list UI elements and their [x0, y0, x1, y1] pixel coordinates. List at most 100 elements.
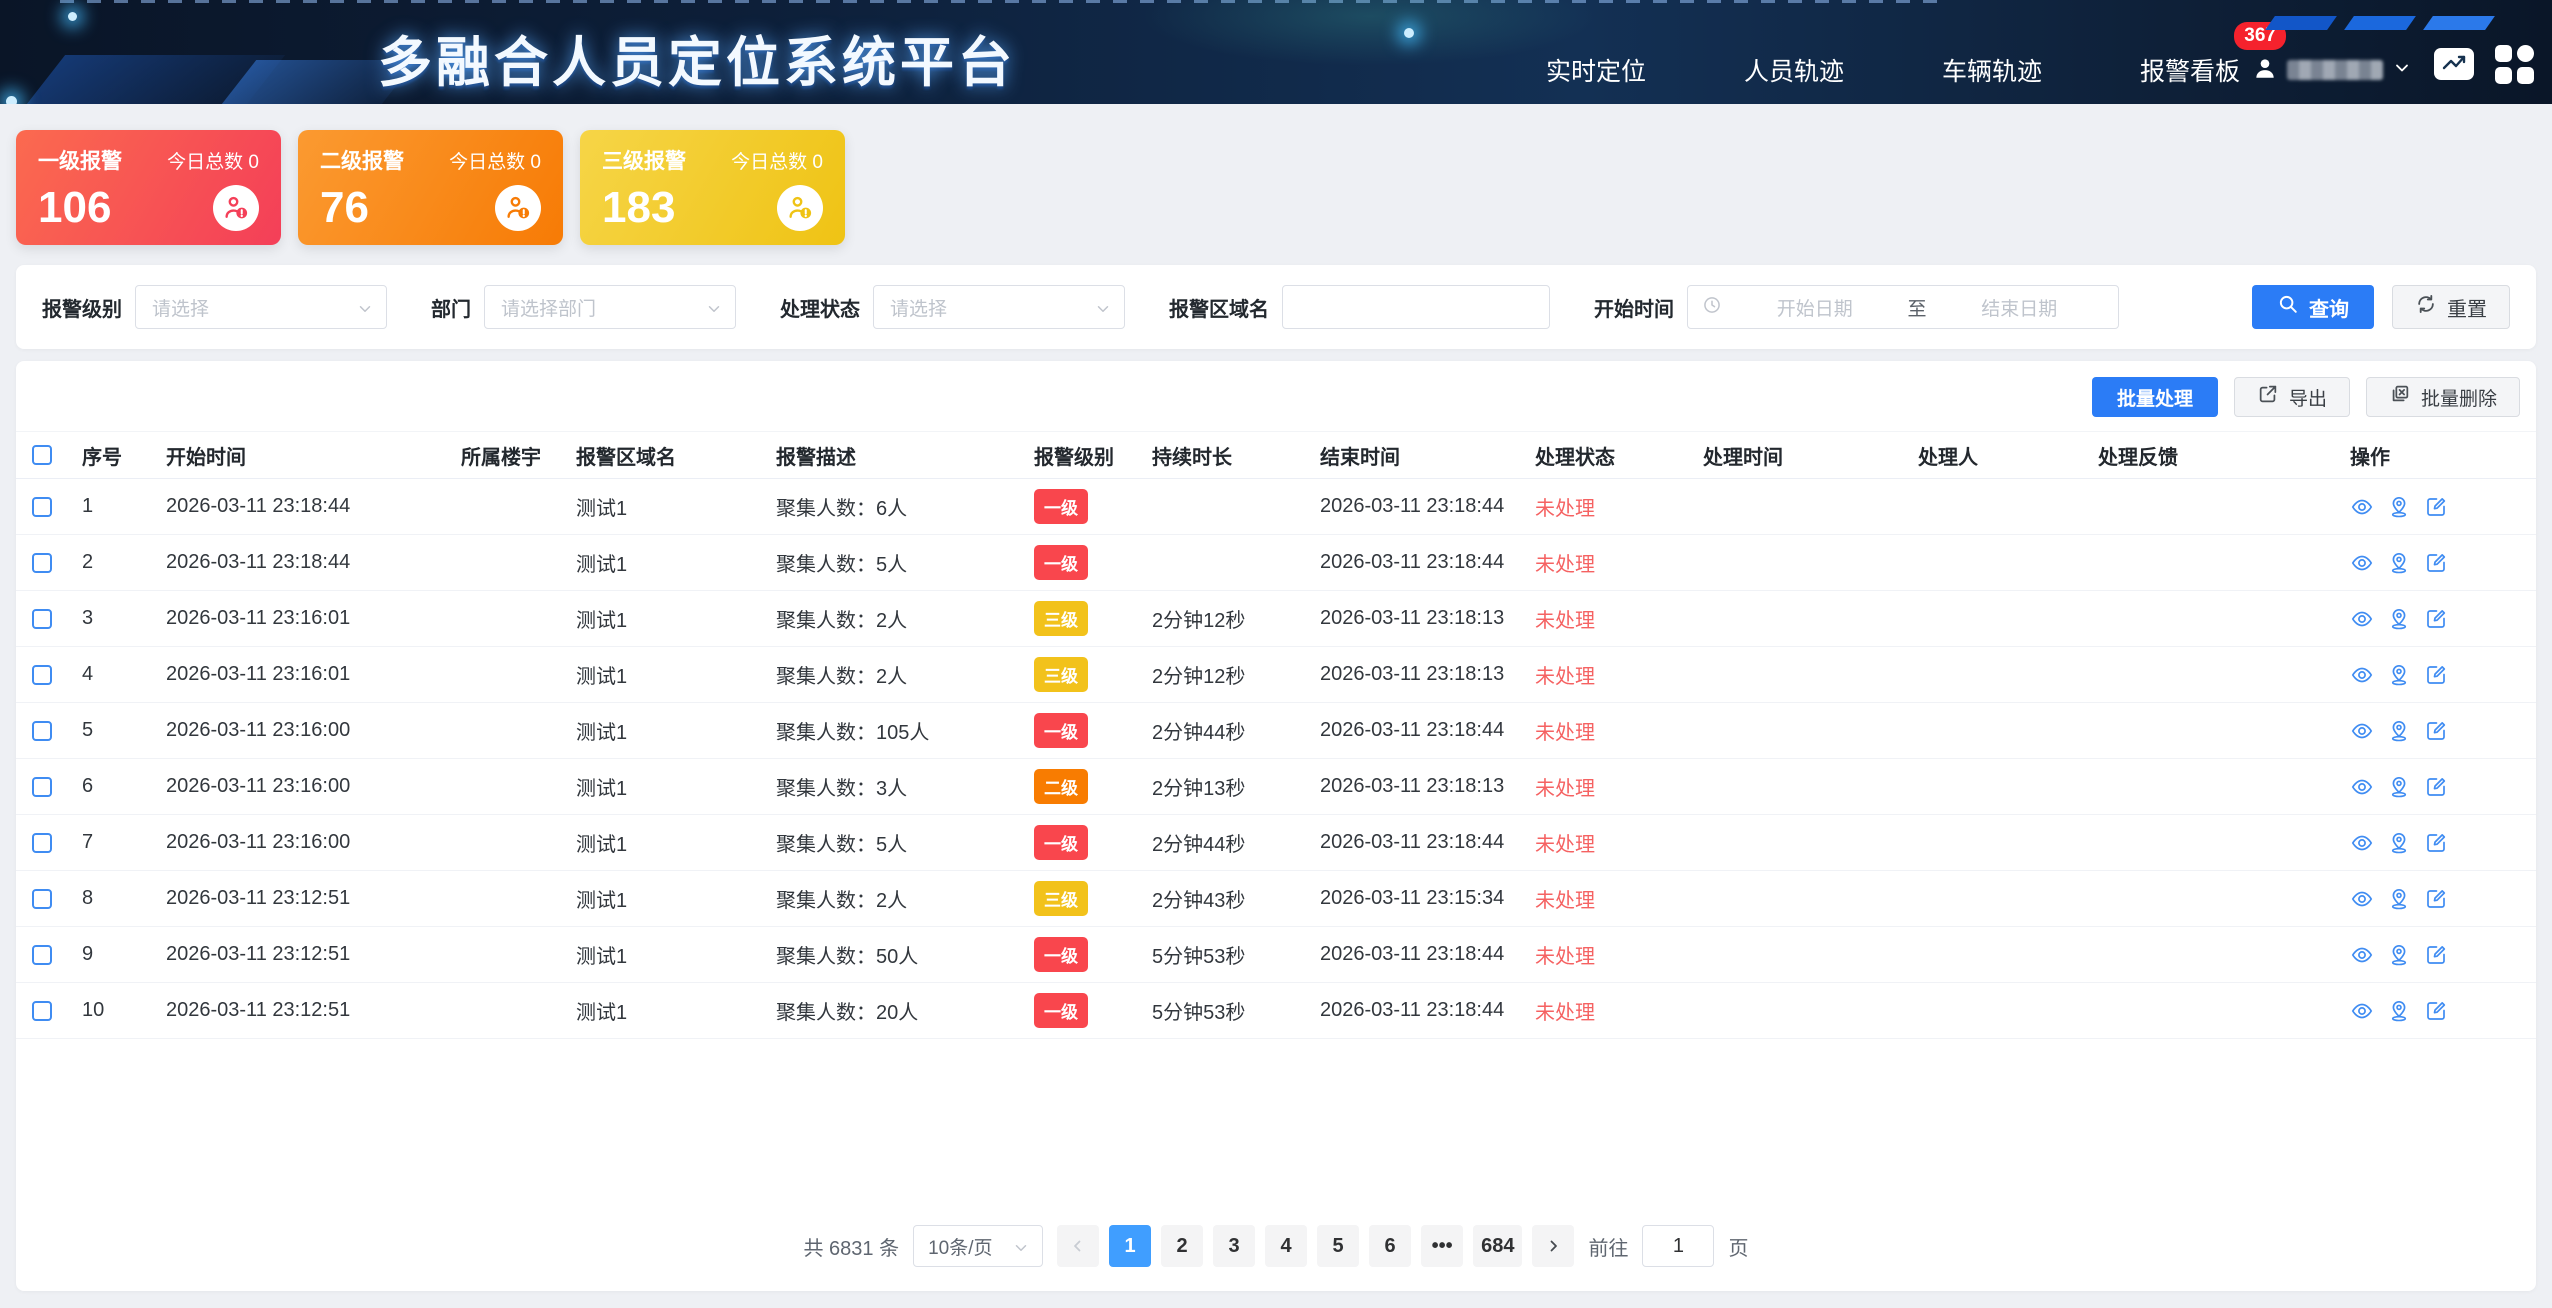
edit-icon[interactable]: [2424, 887, 2448, 911]
cell-text: 聚集人数：2人: [776, 666, 907, 688]
area-name-input[interactable]: [1282, 285, 1550, 329]
locate-icon[interactable]: [2387, 663, 2411, 687]
locate-icon[interactable]: [2387, 943, 2411, 967]
level-tag: 一级: [1034, 993, 1088, 1028]
clock-icon: [1702, 295, 1722, 320]
table-toolbar: 批量处理 导出 批量删除: [16, 361, 2536, 431]
table-row: 72026-03-11 23:16:00测试1聚集人数：5人一级2分钟44秒20…: [16, 815, 2536, 871]
column-header: 所属楼宇: [461, 447, 541, 469]
start-date-placeholder: 开始日期: [1730, 294, 1900, 321]
row-checkbox[interactable]: [32, 1001, 52, 1021]
row-checkbox[interactable]: [32, 609, 52, 629]
view-icon[interactable]: [2350, 551, 2374, 575]
locate-icon[interactable]: [2387, 607, 2411, 631]
cell-text: 测试1: [576, 778, 627, 800]
row-checkbox[interactable]: [32, 889, 52, 909]
card-level-label: 一级报警: [38, 145, 122, 175]
prev-page-button[interactable]: [1057, 1225, 1099, 1267]
page-button[interactable]: 5: [1317, 1225, 1359, 1267]
row-checkbox[interactable]: [32, 497, 52, 517]
monitor-chart-button[interactable]: [2432, 42, 2476, 86]
edit-icon[interactable]: [2424, 663, 2448, 687]
edit-icon[interactable]: [2424, 607, 2448, 631]
row-checkbox[interactable]: [32, 777, 52, 797]
row-checkbox[interactable]: [32, 833, 52, 853]
locate-icon[interactable]: [2387, 775, 2411, 799]
card-today-total: 今日总数 0: [449, 147, 541, 174]
row-checkbox[interactable]: [32, 945, 52, 965]
dept-select[interactable]: 请选择部门: [484, 285, 736, 329]
cell-text: 测试1: [576, 610, 627, 632]
column-header: 处理反馈: [2098, 447, 2178, 469]
level-tag: 三级: [1034, 881, 1088, 916]
nav-item[interactable]: 报警看板367: [2140, 52, 2240, 88]
locate-icon[interactable]: [2387, 887, 2411, 911]
next-page-button[interactable]: [1532, 1225, 1574, 1267]
status-text: 未处理: [1535, 498, 1595, 520]
edit-icon[interactable]: [2424, 719, 2448, 743]
page-button[interactable]: 3: [1213, 1225, 1255, 1267]
edit-icon[interactable]: [2424, 775, 2448, 799]
level-select[interactable]: 请选择: [135, 285, 387, 329]
export-button[interactable]: 导出: [2234, 377, 2350, 417]
page-button[interactable]: 2: [1161, 1225, 1203, 1267]
user-name-masked: [2287, 60, 2383, 80]
row-checkbox[interactable]: [32, 553, 52, 573]
locate-icon[interactable]: [2387, 999, 2411, 1023]
cell-text: 2026-03-11 23:12:51: [166, 943, 350, 965]
chevron-down-icon: [705, 300, 723, 323]
cell-text: 聚集人数：5人: [776, 554, 907, 576]
view-icon[interactable]: [2350, 887, 2374, 911]
select-all-checkbox[interactable]: [32, 445, 52, 465]
level-tag: 一级: [1034, 489, 1088, 524]
cell-text: 2026-03-11 23:18:13: [1320, 607, 1504, 629]
reset-button[interactable]: 重置: [2392, 285, 2510, 329]
view-icon[interactable]: [2350, 663, 2374, 687]
locate-icon[interactable]: [2387, 495, 2411, 519]
view-icon[interactable]: [2350, 831, 2374, 855]
locate-icon[interactable]: [2387, 831, 2411, 855]
edit-icon[interactable]: [2424, 831, 2448, 855]
row-checkbox[interactable]: [32, 721, 52, 741]
batch-process-button[interactable]: 批量处理: [2092, 377, 2218, 417]
batch-delete-button[interactable]: 批量删除: [2366, 377, 2520, 417]
edit-icon[interactable]: [2424, 943, 2448, 967]
status-text: 未处理: [1535, 1002, 1595, 1024]
view-icon[interactable]: [2350, 607, 2374, 631]
page-button[interactable]: 1: [1109, 1225, 1151, 1267]
column-header: 序号: [82, 447, 122, 469]
cell-text: 2026-03-11 23:16:00: [166, 719, 350, 741]
status-select[interactable]: 请选择: [873, 285, 1125, 329]
view-icon[interactable]: [2350, 775, 2374, 799]
search-button[interactable]: 查询: [2252, 285, 2374, 329]
page-size-select[interactable]: 10条/页: [913, 1225, 1043, 1267]
last-page-button[interactable]: 684: [1473, 1225, 1522, 1267]
edit-icon[interactable]: [2424, 495, 2448, 519]
page-button[interactable]: 6: [1369, 1225, 1411, 1267]
locate-icon[interactable]: [2387, 719, 2411, 743]
nav-item[interactable]: 实时定位: [1546, 52, 1646, 88]
view-icon[interactable]: [2350, 943, 2374, 967]
view-icon[interactable]: [2350, 999, 2374, 1023]
date-range-picker[interactable]: 开始日期 至 结束日期: [1687, 285, 2119, 329]
header-decor-parallelograms: [2270, 16, 2490, 30]
apps-grid-button[interactable]: [2492, 42, 2536, 86]
export-icon: [2257, 383, 2279, 411]
nav-item[interactable]: 人员轨迹: [1744, 52, 1844, 88]
level-tag: 三级: [1034, 601, 1088, 636]
goto-page-input[interactable]: [1642, 1225, 1714, 1267]
column-header: 报警级别: [1034, 447, 1114, 469]
cell-text: 2分钟13秒: [1152, 778, 1245, 800]
locate-icon[interactable]: [2387, 551, 2411, 575]
page-button[interactable]: 4: [1265, 1225, 1307, 1267]
view-icon[interactable]: [2350, 495, 2374, 519]
view-icon[interactable]: [2350, 719, 2374, 743]
edit-icon[interactable]: [2424, 551, 2448, 575]
more-pages-button[interactable]: •••: [1421, 1225, 1463, 1267]
user-menu[interactable]: [2252, 36, 2412, 104]
row-checkbox[interactable]: [32, 665, 52, 685]
card-count: 183: [602, 186, 675, 230]
edit-icon[interactable]: [2424, 999, 2448, 1023]
nav-item[interactable]: 车辆轨迹: [1942, 52, 2042, 88]
filter-label-area: 报警区域名: [1169, 293, 1269, 322]
